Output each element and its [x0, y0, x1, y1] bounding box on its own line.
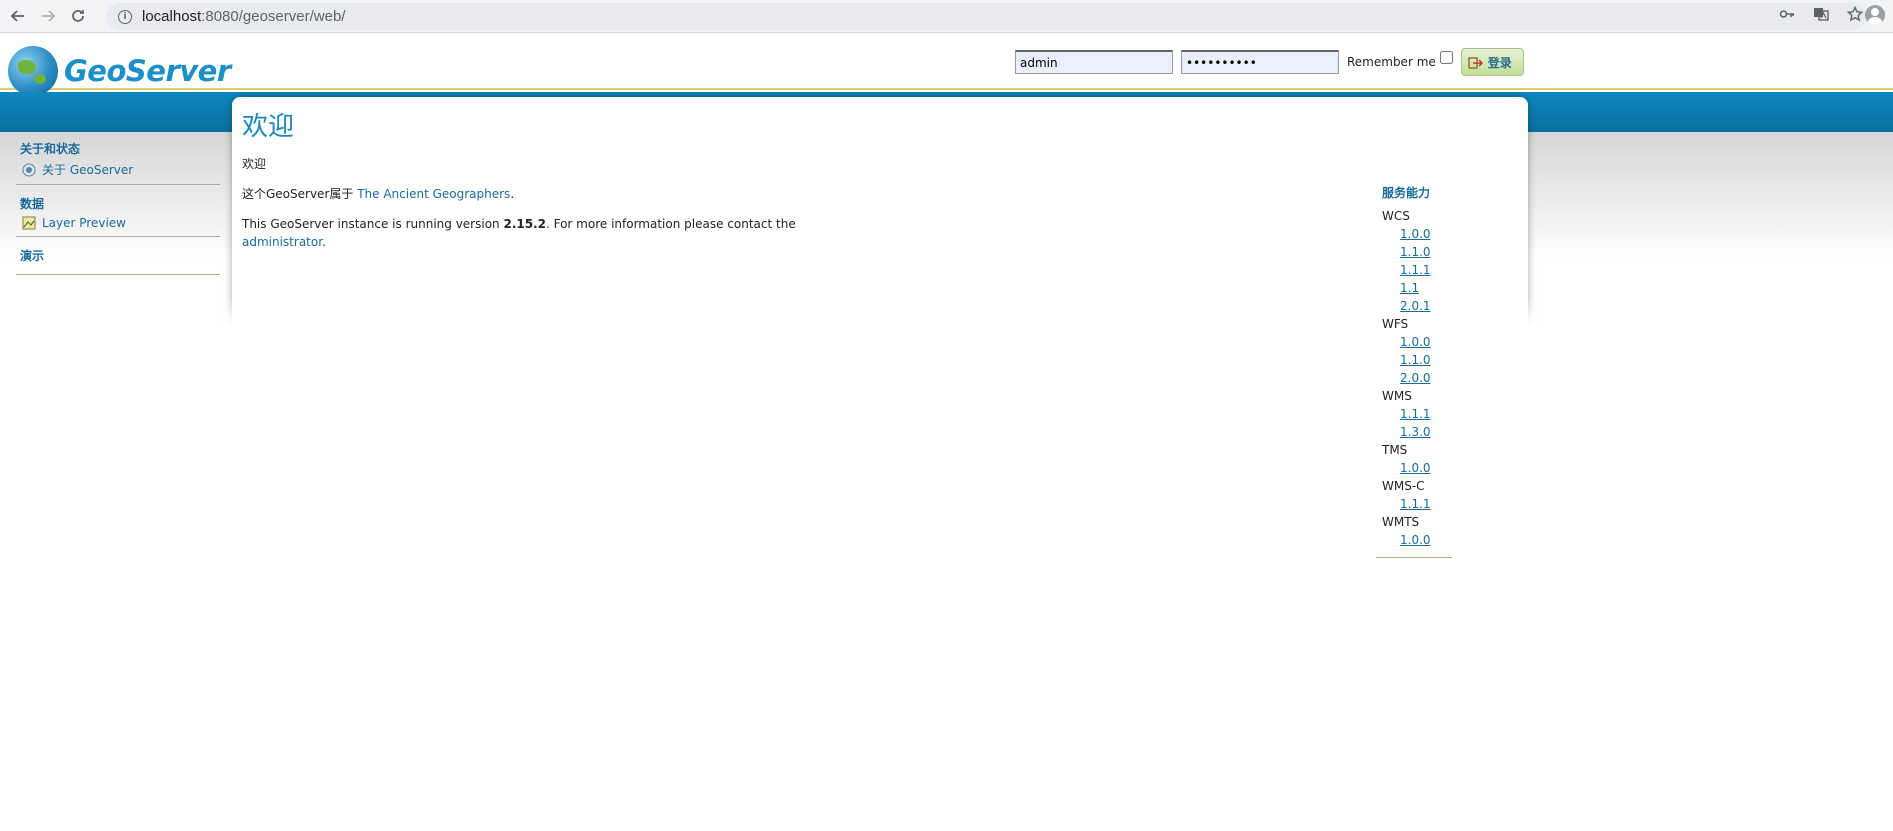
- wfs-version-link[interactable]: 2.0.0: [1382, 369, 1452, 387]
- layer-preview-icon: [22, 216, 36, 230]
- wcs-version-link[interactable]: 1.1.1: [1382, 261, 1452, 279]
- remember-me-checkbox[interactable]: [1439, 50, 1453, 64]
- version-suffix: . For more information please contact th…: [545, 217, 796, 231]
- service-capabilities: 服务能力 WCS 1.0.0 1.1.0 1.1.1 1.1 2.0.1 WFS…: [1376, 184, 1452, 558]
- tms-version-link[interactable]: 1.0.0: [1382, 459, 1452, 477]
- globe-icon: [8, 46, 58, 96]
- wcs-version-link[interactable]: 2.0.1: [1382, 297, 1452, 315]
- sidebar-heading-demos[interactable]: 演示: [20, 247, 220, 264]
- service-wfs: WFS: [1382, 317, 1409, 331]
- arrow-left-icon: [10, 10, 24, 22]
- welcome-main: 欢迎 欢迎 这个GeoServer属于 The Ancient Geograph…: [242, 106, 1142, 263]
- service-wms-c: WMS-C: [1382, 479, 1425, 493]
- wcs-version-link[interactable]: 1.1: [1382, 279, 1452, 297]
- sidebar-section-about: 关于和状态 关于 GeoServer: [16, 140, 220, 185]
- page-title: 欢迎: [242, 112, 295, 142]
- star-icon[interactable]: [1847, 6, 1863, 22]
- version-number: 2.15.2: [503, 217, 546, 231]
- welcome-subtitle: 欢迎: [242, 157, 267, 171]
- sidebar-section-data: 数据 Layer Preview: [16, 195, 220, 237]
- capabilities-list: WCS 1.0.0 1.1.0 1.1.1 1.1 2.0.1 WFS 1.0.…: [1382, 207, 1452, 549]
- forward-button[interactable]: [36, 4, 60, 28]
- url-host: localhost: [142, 8, 202, 25]
- login-icon: [1468, 57, 1483, 69]
- wfs-version-link[interactable]: 1.1.0: [1382, 351, 1452, 369]
- back-button[interactable]: [6, 4, 30, 28]
- login-form: Remember me 登录: [1015, 48, 1524, 76]
- administrator-link[interactable]: administrator: [242, 235, 322, 249]
- sidebar-heading-data: 数据: [20, 197, 45, 211]
- service-wmts: WMTS: [1382, 515, 1420, 529]
- version-line: This GeoServer instance is running versi…: [242, 215, 1142, 251]
- sidebar-item-label: 关于 GeoServer: [42, 163, 134, 177]
- site-info-icon[interactable]: i: [118, 9, 132, 24]
- username-input[interactable]: [1015, 50, 1173, 74]
- reload-button[interactable]: [66, 4, 90, 28]
- remember-me-label: Remember me: [1347, 55, 1436, 69]
- reload-icon: [72, 10, 84, 22]
- address-bar[interactable]: i localhost:8080/geoserver/web/: [106, 3, 1866, 30]
- url-path: :8080/geoserver/web/: [201, 8, 346, 25]
- wms-c-version-link[interactable]: 1.1.1: [1382, 495, 1452, 513]
- sidebar-item-label: Layer Preview: [42, 216, 126, 230]
- key-icon[interactable]: [1779, 6, 1795, 22]
- wfs-version-link[interactable]: 1.0.0: [1382, 333, 1452, 351]
- sidebar-section-demos: 演示: [16, 247, 220, 275]
- geoserver-logo[interactable]: GeoServer: [8, 46, 231, 96]
- owner-link[interactable]: The Ancient Geographers: [357, 187, 510, 201]
- wms-version-link[interactable]: 1.1.1: [1382, 405, 1452, 423]
- service-tms: TMS: [1382, 443, 1408, 457]
- translate-icon[interactable]: [1813, 6, 1829, 22]
- service-wcs: WCS: [1382, 209, 1410, 223]
- login-button[interactable]: 登录: [1460, 48, 1524, 76]
- arrow-right-icon: [42, 10, 56, 22]
- owner-line: 这个GeoServer属于 The Ancient Geographers.: [242, 185, 1142, 203]
- password-input[interactable]: [1181, 50, 1339, 74]
- wms-version-link[interactable]: 1.3.0: [1382, 423, 1452, 441]
- owner-prefix: 这个GeoServer属于: [242, 187, 358, 201]
- owner-suffix: .: [510, 187, 515, 201]
- app-header: GeoServer Remember me 登录: [0, 34, 1893, 96]
- wcs-version-link[interactable]: 1.1.0: [1382, 243, 1452, 261]
- about-icon: [22, 163, 36, 176]
- url-text: localhost:8080/geoserver/web/: [142, 8, 345, 25]
- sidebar: 关于和状态 关于 GeoServer 数据 Layer Preview 演示: [16, 140, 220, 285]
- brand-name: GeoServer: [64, 54, 231, 88]
- capabilities-title: 服务能力: [1382, 186, 1431, 200]
- browser-toolbar: i localhost:8080/geoserver/web/: [0, 0, 1893, 33]
- service-wms: WMS: [1382, 389, 1412, 403]
- version-prefix: This GeoServer instance is running versi…: [242, 217, 504, 231]
- admin-suffix: .: [322, 235, 326, 249]
- sidebar-item-about-geoserver[interactable]: 关于 GeoServer: [22, 161, 220, 178]
- wcs-version-link[interactable]: 1.0.0: [1382, 225, 1452, 243]
- login-label: 登录: [1487, 55, 1512, 70]
- address-bar-actions: [1779, 6, 1863, 22]
- sidebar-item-layer-preview[interactable]: Layer Preview: [22, 216, 220, 230]
- profile-avatar[interactable]: [1865, 5, 1885, 25]
- wmts-version-link[interactable]: 1.0.0: [1382, 531, 1452, 549]
- sidebar-heading-about: 关于和状态: [20, 142, 81, 156]
